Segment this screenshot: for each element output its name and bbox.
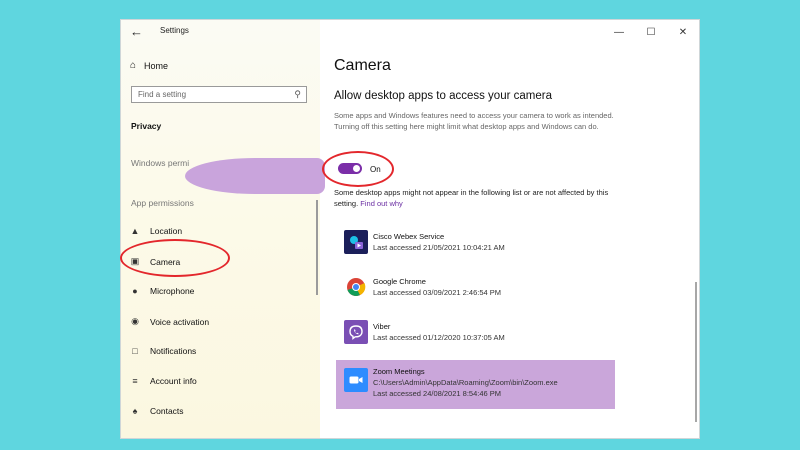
- cisco-webex-glyph: [350, 236, 363, 249]
- app-row-cisco-webex: Cisco Webex Service Last accessed 21/05/…: [344, 230, 505, 254]
- app-text: Viber Last accessed 01/12/2020 10:37:05 …: [373, 320, 505, 343]
- section-heading: Allow desktop apps to access your camera: [334, 90, 552, 102]
- sidebar-item-label: Location: [150, 226, 183, 236]
- sidebar-scrollbar[interactable]: [316, 200, 318, 295]
- section-heading-privacy: Privacy: [131, 121, 162, 131]
- location-icon: ▲: [130, 226, 140, 236]
- sidebar-item-label: Voice activation: [150, 316, 210, 327]
- app-row-zoom-meetings: Zoom Meetings C:\Users\Admin\AppData\Roa…: [344, 365, 558, 399]
- search-input[interactable]: Find a setting ⚲: [131, 86, 307, 103]
- sidebar-item-location[interactable]: ▲ Location: [130, 226, 183, 236]
- zoom-glyph: [349, 376, 363, 384]
- microphone-icon: ●: [132, 286, 138, 296]
- sidebar-item-notifications[interactable]: □ Notifications: [130, 346, 196, 356]
- find-out-why-link[interactable]: Find out why: [360, 199, 403, 208]
- sidebar-item-label: Home: [144, 60, 169, 71]
- sidebar: ← Settings ⌂ Home Find a setting ⚲ Priva…: [121, 20, 320, 438]
- section-heading-app-permissions: App permissions: [131, 198, 194, 208]
- window-controls: — ☐ ✕: [603, 20, 699, 44]
- sidebar-item-label: Notifications: [150, 346, 197, 356]
- contacts-icon: ♠: [132, 406, 138, 416]
- page-title: Camera: [334, 57, 391, 74]
- sidebar-item-home[interactable]: ⌂ Home: [130, 60, 168, 71]
- title-bar: ← Settings: [121, 20, 320, 44]
- settings-window: ← Settings ⌂ Home Find a setting ⚲ Priva…: [121, 20, 699, 438]
- chrome-glyph: [347, 278, 366, 296]
- cisco-webex-icon: [344, 230, 368, 254]
- notifications-icon: □: [132, 346, 138, 356]
- app-last-accessed: Last accessed 03/09/2021 2:46:54 PM: [373, 288, 502, 297]
- app-name: Viber: [373, 322, 391, 331]
- sidebar-item-label: Contacts: [150, 406, 184, 416]
- main-content: — ☐ ✕ Camera Allow desktop apps to acces…: [320, 20, 699, 438]
- window-title: Settings: [160, 26, 189, 35]
- app-last-accessed: Last accessed 24/08/2021 8:54:46 PM: [373, 389, 502, 398]
- section-heading-windows-permissions: Windows permi: [131, 158, 190, 168]
- app-text: Cisco Webex Service Last accessed 21/05/…: [373, 230, 505, 253]
- content-scrollbar[interactable]: [695, 282, 697, 422]
- app-row-viber: Viber Last accessed 01/12/2020 10:37:05 …: [344, 320, 505, 344]
- app-name: Zoom Meetings: [373, 367, 425, 376]
- app-name: Google Chrome: [373, 277, 426, 286]
- app-name: Cisco Webex Service: [373, 232, 445, 241]
- sidebar-item-label: Account info: [150, 376, 197, 386]
- app-text: Zoom Meetings C:\Users\Admin\AppData\Roa…: [373, 365, 558, 399]
- purple-overlay-blob: [185, 158, 325, 194]
- account-info-icon: ≡: [132, 376, 138, 386]
- voice-activation-icon: ◉: [131, 316, 139, 326]
- maximize-button[interactable]: ☐: [635, 20, 667, 44]
- google-chrome-icon: [344, 275, 368, 299]
- search-icon[interactable]: ⚲: [294, 89, 301, 100]
- toggle-annotation-circle: [322, 151, 394, 187]
- zoom-icon: [344, 368, 368, 392]
- app-path: C:\Users\Admin\AppData\Roaming\Zoom\bin\…: [373, 378, 558, 387]
- viber-icon: [344, 320, 368, 344]
- sidebar-item-contacts[interactable]: ♠ Contacts: [130, 406, 184, 416]
- search-placeholder: Find a setting: [138, 90, 187, 99]
- app-row-google-chrome: Google Chrome Last accessed 03/09/2021 2…: [344, 275, 501, 299]
- app-last-accessed: Last accessed 21/05/2021 10:04:21 AM: [373, 243, 505, 252]
- close-button[interactable]: ✕: [667, 20, 699, 44]
- description-text: Some apps and Windows features need to a…: [334, 111, 614, 131]
- sidebar-item-account-info[interactable]: ≡ Account info: [130, 376, 197, 386]
- app-text: Google Chrome Last accessed 03/09/2021 2…: [373, 275, 501, 298]
- home-icon: ⌂: [130, 60, 137, 71]
- app-last-accessed: Last accessed 01/12/2020 10:37:05 AM: [373, 333, 505, 342]
- sidebar-item-label: Microphone: [150, 286, 195, 296]
- sidebar-item-microphone[interactable]: ● Microphone: [130, 286, 194, 296]
- minimize-button[interactable]: —: [603, 20, 635, 44]
- sidebar-item-voice-activation[interactable]: ◉ Voice activation: [130, 316, 209, 327]
- note-text: Some desktop apps might not appear in th…: [334, 187, 624, 209]
- camera-annotation-circle: [120, 239, 230, 277]
- viber-glyph: [349, 325, 363, 340]
- back-arrow-icon[interactable]: ←: [130, 24, 143, 39]
